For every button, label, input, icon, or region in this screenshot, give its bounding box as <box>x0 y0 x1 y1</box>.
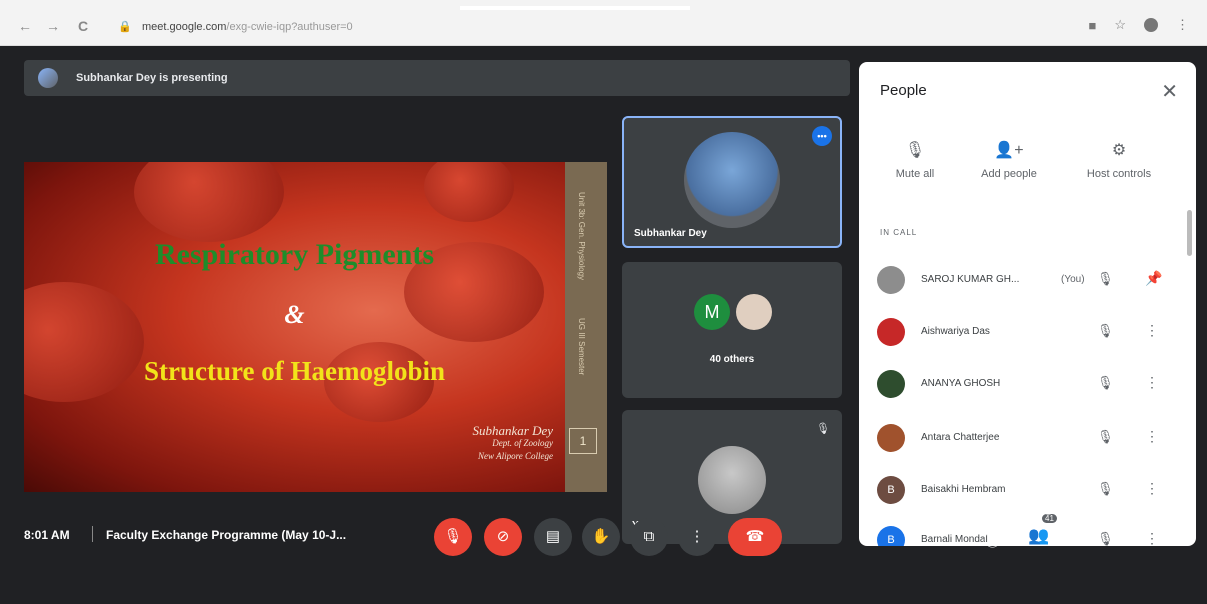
activities-icon[interactable]: △ <box>1120 526 1133 546</box>
participant-row[interactable]: Aishwariya Das 🎙 ⋮ <box>859 310 1196 350</box>
camera-toggle-button[interactable]: ⊘ <box>484 518 522 556</box>
participant-avatar <box>877 318 905 346</box>
participant-avatar <box>877 370 905 398</box>
profile-avatar[interactable] <box>1144 18 1158 32</box>
presenter-photo <box>684 132 780 228</box>
present-button[interactable]: ⧉ <box>630 518 668 556</box>
presenter-tile[interactable]: ••• Subhankar Dey <box>622 116 842 248</box>
toggle-icon: ⚙ <box>1111 142 1127 159</box>
meeting-title: Faculty Exchange Programme (May 10-J... <box>106 528 347 542</box>
url-text: meet.google.com/exg-cwie-iqp?authuser=0 <box>142 21 353 33</box>
in-call-heading: IN CALL <box>880 228 918 237</box>
scrollbar[interactable] <box>1187 210 1192 256</box>
presentation-slide: Respiratory Pigments & Structure of Haem… <box>24 162 607 492</box>
slide-title: Respiratory Pigments <box>154 238 435 271</box>
more-options-icon[interactable]: ⋮ <box>1145 480 1159 497</box>
others-tile[interactable]: M 40 others <box>622 262 842 398</box>
browser-toolbar: ← → C 🔒 meet.google.com/exg-cwie-iqp?aut… <box>0 0 1207 46</box>
participant-avatar <box>877 266 905 294</box>
slide-dept: Dept. of Zoology <box>492 438 553 448</box>
raise-hand-button[interactable]: ✋ <box>582 518 620 556</box>
more-options-icon[interactable]: ⋮ <box>1145 428 1159 445</box>
more-options-button[interactable]: ⋮ <box>678 518 716 556</box>
participant-row[interactable]: Antara Chatterjee 🎙 ⋮ <box>859 416 1196 456</box>
slide-strip-text: Unit 3b: Gen. Physiology <box>577 192 586 281</box>
add-person-icon: 👤+ <box>994 142 1024 159</box>
reload-icon[interactable]: C <box>78 18 88 34</box>
slide-author: Subhankar Dey <box>472 423 553 438</box>
participant-row[interactable]: ANANYA GHOSH 🎙 ⋮ <box>859 362 1196 402</box>
slide-subtitle: Structure of Haemoglobin <box>144 356 445 386</box>
mic-off-icon: 🎙 <box>1097 271 1114 286</box>
speaking-indicator-icon: ••• <box>812 126 832 146</box>
leave-call-button[interactable]: ☎ <box>728 518 782 556</box>
back-icon[interactable]: ← <box>18 18 32 34</box>
mic-off-icon: 🎙 <box>1097 323 1114 338</box>
address-bar[interactable]: 🔒 meet.google.com/exg-cwie-iqp?authuser=… <box>112 16 1172 38</box>
mic-toggle-button[interactable]: 🎙 <box>434 518 472 556</box>
more-options-icon[interactable]: ⋮ <box>1145 322 1159 339</box>
slide-ampersand: & <box>284 300 305 329</box>
participant-avatar <box>877 424 905 452</box>
mic-off-icon: 🎙 <box>816 423 830 435</box>
others-avatar: M <box>694 294 730 330</box>
others-count: 40 others <box>709 354 755 365</box>
star-icon[interactable]: ☆ <box>1114 17 1126 33</box>
presenting-banner: Subhankar Dey is presenting <box>24 60 850 96</box>
others-avatar-photo <box>736 294 772 330</box>
mic-off-icon: 🎙 <box>904 142 926 159</box>
close-icon[interactable]: ✕ <box>1161 79 1178 104</box>
people-panel: People ✕ 🎙 Mute all 👤+ Add people ⚙ Host… <box>859 62 1196 546</box>
mic-off-icon: 🎙 <box>1097 375 1114 390</box>
slide-college: New Alipore College <box>478 451 553 461</box>
pin-icon[interactable]: 📌 <box>1145 270 1162 287</box>
add-people-button[interactable]: 👤+ Add people <box>959 140 1059 180</box>
slide-page-number: 1 <box>569 428 597 454</box>
participant-avatar: B <box>877 476 905 504</box>
slide-strip-text-2: UG III Semester <box>577 318 586 376</box>
lock-icon: 🔒 <box>118 21 132 33</box>
presenter-name: Subhankar Dey <box>634 228 707 239</box>
captions-button[interactable]: ▤ <box>534 518 572 556</box>
browser-actions: ■ ☆ ⋮ <box>1088 17 1189 33</box>
participant-row[interactable]: SAROJ KUMAR GH... (You) 🎙 📌 <box>859 258 1196 298</box>
clock: 8:01 AM <box>24 528 70 542</box>
windows-activation-watermark: Activate Windows Go to Settings to activ… <box>946 502 1104 533</box>
more-options-icon[interactable]: ⋮ <box>1145 374 1159 391</box>
slide-author-block: Subhankar Dey Dept. of Zoology New Alipo… <box>472 424 553 463</box>
host-controls-button[interactable]: ⚙ Host controls <box>1069 140 1169 180</box>
mic-off-icon: 🎙 <box>1097 429 1114 444</box>
camera-icon[interactable]: ■ <box>1088 18 1096 33</box>
presenting-text: Subhankar Dey is presenting <box>76 72 228 84</box>
shield-icon[interactable]: ⛨ <box>1162 526 1175 546</box>
panel-title: People <box>880 82 927 99</box>
forward-icon[interactable]: → <box>46 18 60 34</box>
mute-all-button[interactable]: 🎙 Mute all <box>865 140 965 180</box>
menu-icon[interactable]: ⋮ <box>1176 17 1189 33</box>
divider <box>92 526 93 542</box>
tab-indicator <box>460 6 690 10</box>
presenter-avatar <box>38 68 58 88</box>
mic-off-icon: 🎙 <box>1097 481 1114 496</box>
